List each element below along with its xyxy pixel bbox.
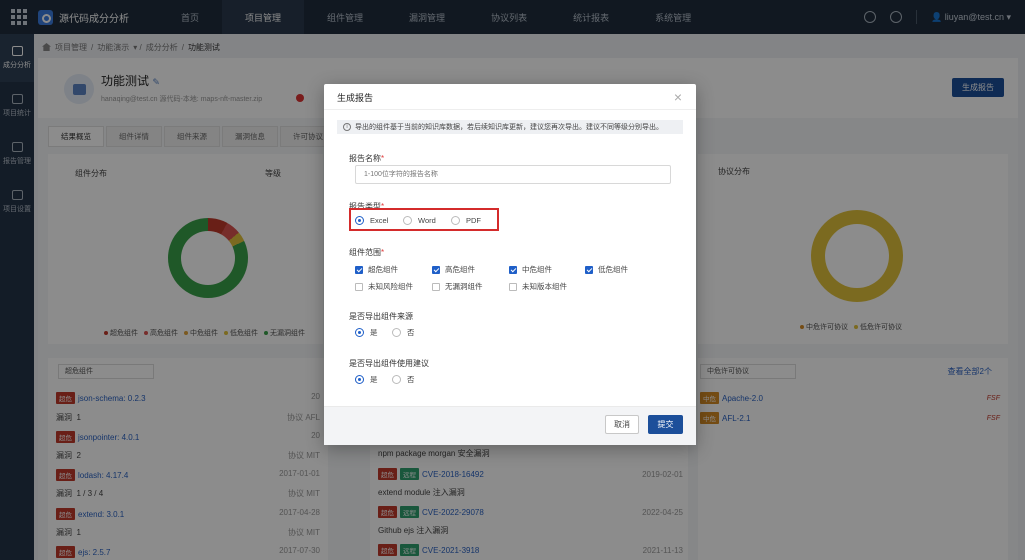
notice-bar: i 导出的组件基于当前的知识库数据，若后续知识库更新，建议您再次导出。建议不同等级… xyxy=(337,120,683,134)
checkbox-unknown-risk[interactable]: 未知风险组件 xyxy=(355,281,413,292)
label-text: 报告名称 xyxy=(349,154,381,163)
radio-word[interactable]: Word xyxy=(403,216,436,225)
radio-button[interactable] xyxy=(355,216,364,225)
radio-button[interactable] xyxy=(355,328,364,337)
required-mark: * xyxy=(381,248,385,257)
checkbox[interactable] xyxy=(355,282,363,291)
divider xyxy=(324,109,696,110)
radio-source-no[interactable]: 否 xyxy=(392,327,415,338)
radio-button[interactable] xyxy=(355,375,364,384)
export-source-label: 是否导出组件来源 xyxy=(349,312,413,321)
checkbox[interactable] xyxy=(509,282,517,291)
radio-label: Excel xyxy=(370,216,389,225)
close-icon[interactable]: × xyxy=(674,89,682,105)
checkbox[interactable] xyxy=(432,282,440,291)
checkbox[interactable] xyxy=(509,265,517,274)
radio-button[interactable] xyxy=(392,375,401,384)
radio-pdf[interactable]: PDF xyxy=(451,216,481,225)
radio-button[interactable] xyxy=(451,216,460,225)
checkbox-label: 超危组件 xyxy=(368,265,398,274)
radio-label: 是 xyxy=(370,375,378,384)
cancel-button[interactable]: 取消 xyxy=(605,415,639,434)
radio-excel[interactable]: Excel xyxy=(355,216,388,225)
dialog-title: 生成报告 xyxy=(337,93,374,103)
generate-report-dialog: 生成报告 × i 导出的组件基于当前的知识库数据，若后续知识库更新，建议您再次导出… xyxy=(324,84,696,445)
radio-source-yes[interactable]: 是 xyxy=(355,327,378,338)
radio-button[interactable] xyxy=(392,328,401,337)
checkbox-no-vuln[interactable]: 无漏洞组件 xyxy=(432,281,483,292)
checkbox-label: 无漏洞组件 xyxy=(445,282,483,291)
radio-label: PDF xyxy=(466,216,481,225)
label-text: 组件范围 xyxy=(349,248,381,257)
checkbox-label: 低危组件 xyxy=(598,265,628,274)
radio-button[interactable] xyxy=(403,216,412,225)
notice-text: 导出的组件基于当前的知识库数据，若后续知识库更新，建议您再次导出。建议不同等级分… xyxy=(355,124,663,131)
dialog-footer xyxy=(324,406,696,445)
export-advice-label: 是否导出组件使用建议 xyxy=(349,359,429,368)
required-mark: * xyxy=(381,154,385,163)
report-name-label: 报告名称* xyxy=(349,153,384,164)
checkbox-label: 未知版本组件 xyxy=(522,282,567,291)
checkbox[interactable] xyxy=(585,265,593,274)
radio-label: 否 xyxy=(407,328,415,337)
radio-label: 否 xyxy=(407,375,415,384)
checkbox-critical[interactable]: 超危组件 xyxy=(355,264,398,275)
submit-button[interactable]: 提交 xyxy=(648,415,683,434)
checkbox[interactable] xyxy=(432,265,440,274)
info-icon: i xyxy=(343,123,351,131)
checkbox-low[interactable]: 低危组件 xyxy=(585,264,628,275)
radio-advice-yes[interactable]: 是 xyxy=(355,374,378,385)
radio-label: Word xyxy=(418,216,436,225)
report-name-input[interactable] xyxy=(355,165,671,184)
checkbox-label: 未知风险组件 xyxy=(368,282,413,291)
checkbox-label: 中危组件 xyxy=(522,265,552,274)
component-scope-label: 组件范围* xyxy=(349,247,384,258)
checkbox-high[interactable]: 高危组件 xyxy=(432,264,475,275)
radio-label: 是 xyxy=(370,328,378,337)
checkbox-unknown-version[interactable]: 未知版本组件 xyxy=(509,281,567,292)
checkbox-label: 高危组件 xyxy=(445,265,475,274)
checkbox-medium[interactable]: 中危组件 xyxy=(509,264,552,275)
checkbox[interactable] xyxy=(355,265,363,274)
radio-advice-no[interactable]: 否 xyxy=(392,374,415,385)
